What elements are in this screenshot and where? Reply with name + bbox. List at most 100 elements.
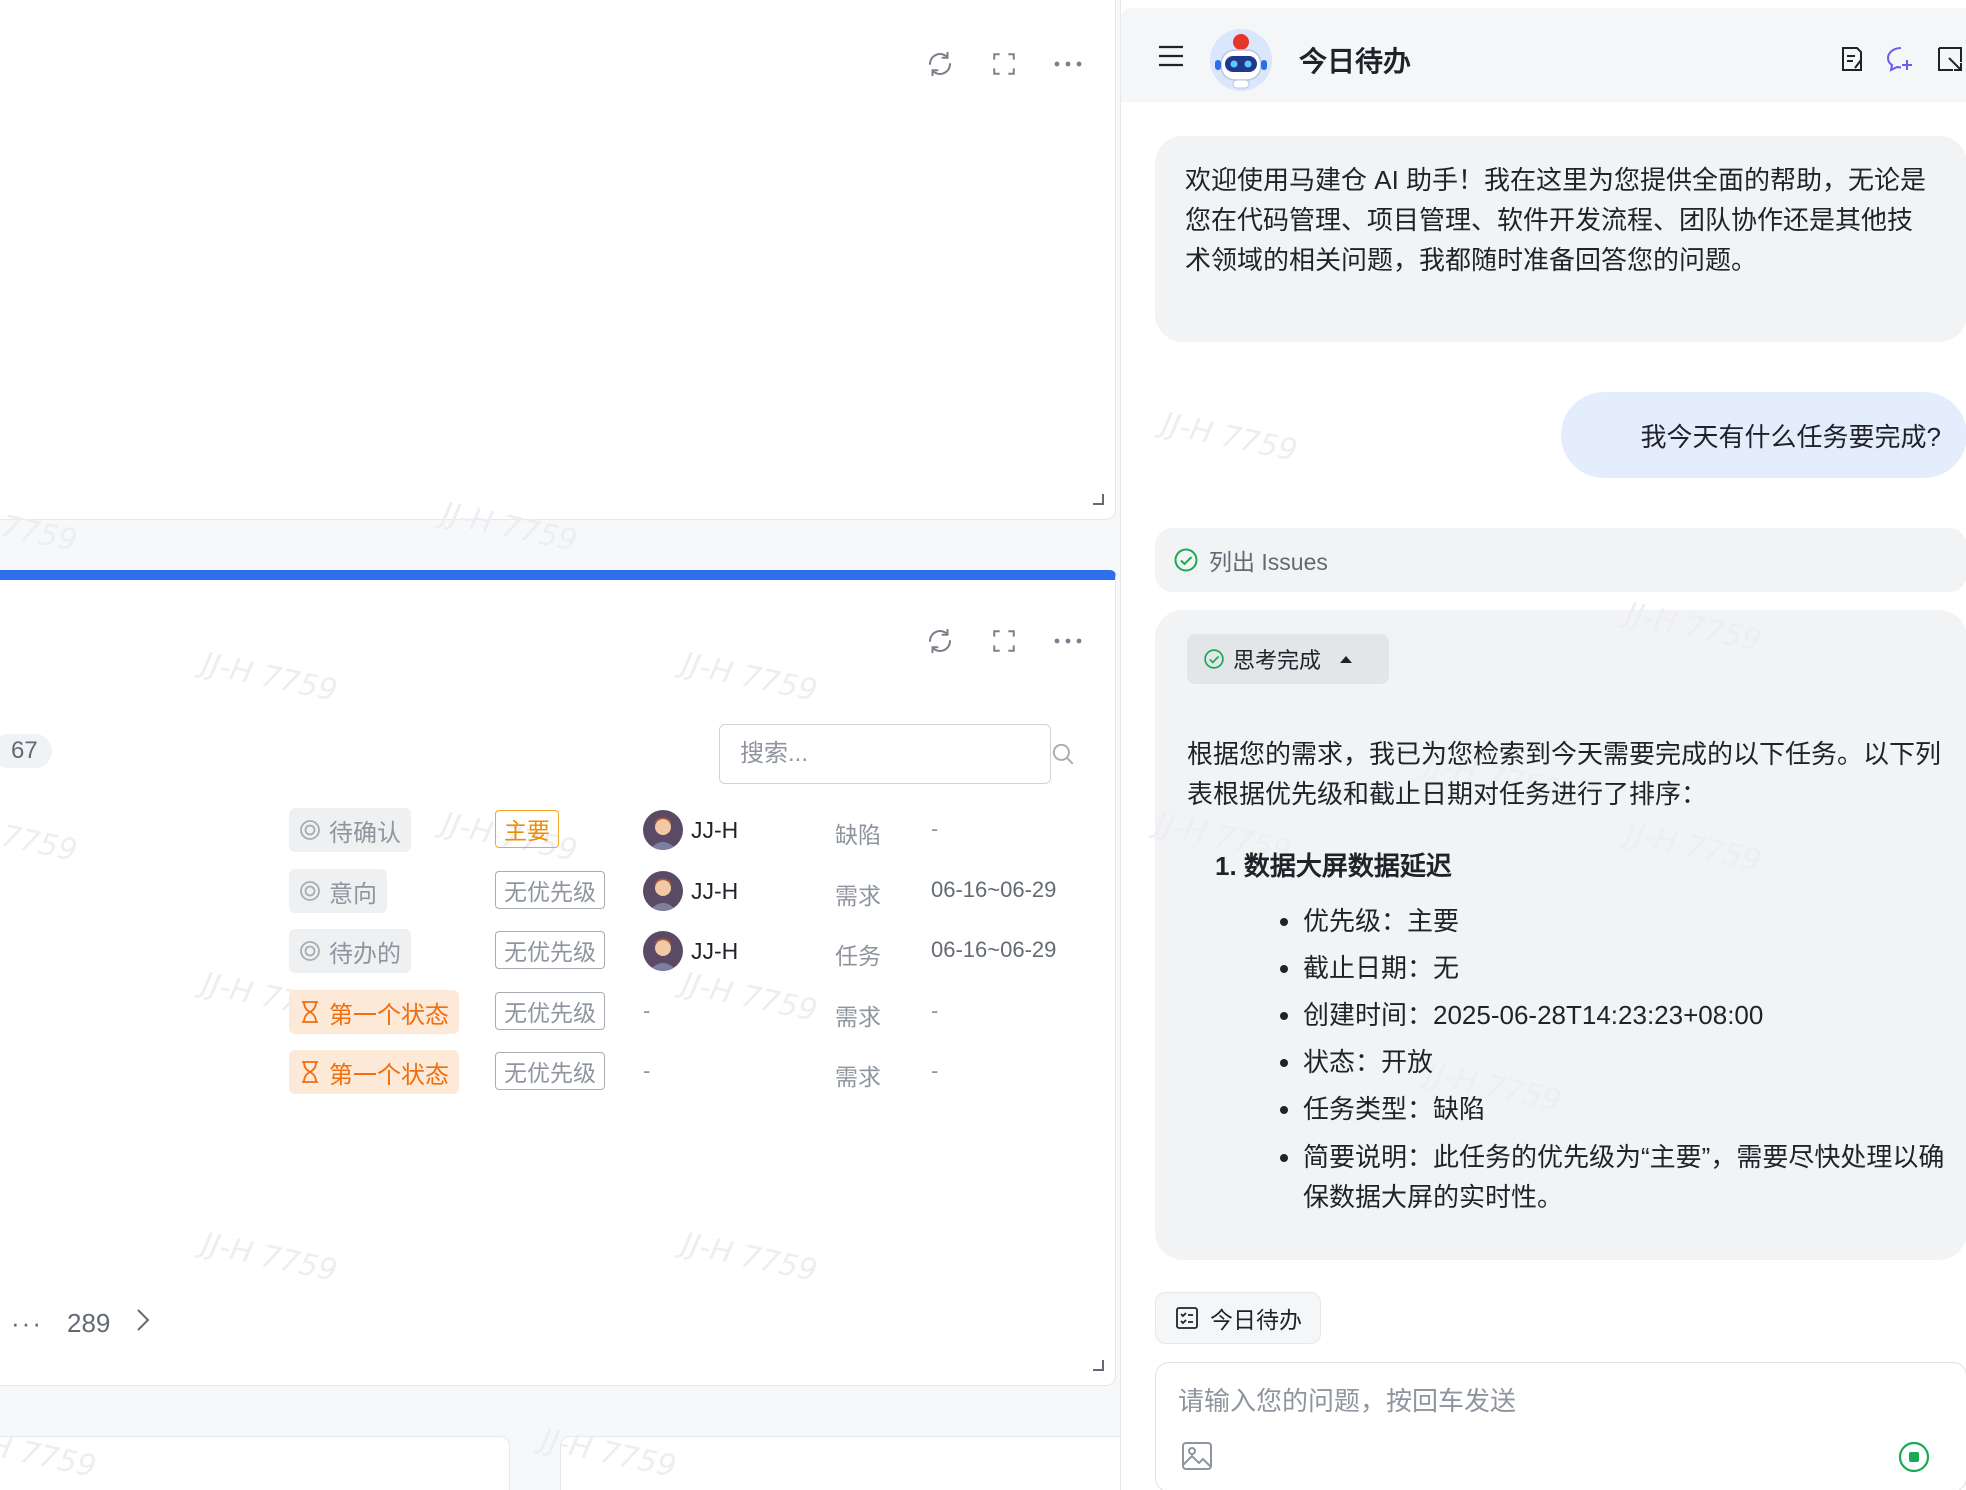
quick-prompt-chip[interactable]: 今日待办 (1155, 1292, 1321, 1344)
assignee-cell[interactable]: - (643, 998, 650, 1024)
fullscreen-icon[interactable] (987, 624, 1021, 658)
table-row[interactable]: 第一个状态 无优先级 - 需求 - (0, 988, 1081, 1038)
menu-icon[interactable] (1157, 44, 1185, 73)
assignee-cell[interactable]: JJ-H (643, 810, 738, 850)
thinking-label: 思考完成 (1233, 648, 1322, 673)
issue-type: 缺陷 (835, 822, 881, 848)
fullscreen-icon[interactable] (987, 47, 1021, 81)
priority-tag[interactable]: 无优先级 (495, 871, 605, 909)
chevron-right-icon[interactable] (134, 1306, 152, 1341)
popout-icon[interactable] (1935, 44, 1965, 79)
task-detail-item: 状态：开放 (1303, 1039, 1953, 1086)
assignee-cell[interactable]: JJ-H (643, 931, 738, 971)
hourglass-icon (302, 1001, 318, 1023)
search-input[interactable] (720, 725, 1050, 783)
issue-date: - (931, 1058, 939, 1083)
status-tag[interactable]: 第一个状态 (289, 990, 459, 1034)
refresh-icon[interactable] (923, 624, 957, 658)
assignee-cell[interactable]: JJ-H (643, 871, 738, 911)
quick-prompt-label: 今日待办 (1210, 1307, 1302, 1333)
task-detail-item: 创建时间：2025-06-28T14:23:23+08:00 (1303, 992, 1953, 1039)
status-tag[interactable]: 第一个状态 (289, 1050, 459, 1094)
task-detail-item: 截止日期：无 (1303, 945, 1953, 992)
resize-handle[interactable] (1091, 492, 1105, 511)
assignee-cell[interactable]: - (643, 1058, 650, 1084)
status-label: 意向 (329, 880, 377, 908)
issue-search-box[interactable] (719, 724, 1074, 784)
table-row[interactable]: 第一个状态 无优先级 - 需求 - (0, 1048, 1081, 1098)
issues-panel: JJ-H 7759 JJ-H 7759 JJ-H 7759 JJ-H 7759 … (0, 496, 1116, 1386)
welcome-message: 欢迎使用马建仓 AI 助手！我在这里为您提供全面的帮助，无论是您在代码管理、项目… (1155, 136, 1966, 342)
watermark: JJ-H 7759 (1622, 816, 1765, 879)
status-label: 第一个状态 (329, 1001, 449, 1029)
status-label: 待确认 (329, 819, 401, 847)
bot-avatar (1210, 29, 1272, 91)
avatar (643, 810, 683, 850)
panel-toolbar (923, 624, 1085, 658)
status-tag[interactable]: 意向 (289, 869, 387, 913)
status-circle-icon (300, 820, 320, 840)
watermark: JJ-H 7759 (678, 646, 821, 709)
priority-tag[interactable]: 无优先级 (495, 1052, 605, 1090)
priority-tag[interactable]: 主要 (495, 810, 559, 848)
status-label: 待办的 (329, 940, 401, 968)
status-circle-icon (300, 941, 320, 961)
table-row[interactable]: 待确认 主要 JJ-H 缺陷 - (0, 806, 1081, 856)
widget-panel-bottom-left (0, 1436, 510, 1490)
table-row[interactable]: 待办的 无优先级 JJ-H 任务 06-16~06-29 (0, 927, 1081, 977)
header-actions (1837, 44, 1965, 79)
issue-type: 任务 (835, 943, 881, 969)
status-tag[interactable]: 待确认 (289, 808, 411, 852)
status-circle-icon (300, 881, 320, 901)
widget-panel-bottom-right (560, 1436, 1140, 1490)
priority-tag[interactable]: 无优先级 (495, 931, 605, 969)
task-detail-list: 优先级：主要 截止日期：无 创建时间：2025-06-28T14:23:23+0… (1303, 898, 1953, 1217)
search-icon[interactable] (1050, 741, 1076, 767)
workspace-area: JJ-H 7759 JJ-H 7759 JJ-H 7759 JJ-H 7759 … (0, 0, 1140, 1490)
pagination: ··· 289 (11, 1306, 152, 1341)
new-note-icon[interactable] (1837, 44, 1867, 79)
task-detail-item: 优先级：主要 (1303, 898, 1953, 945)
pagination-ellipsis[interactable]: ··· (11, 1308, 43, 1339)
thinking-toggle[interactable]: 思考完成 (1187, 634, 1389, 684)
ai-assistant-panel: JJ-H 7759 JJ-H 7759 JJ-H 7759 今日待办 (1120, 0, 1966, 1490)
issue-type: 需求 (835, 883, 881, 909)
table-row[interactable]: 意向 无优先级 JJ-H 需求 06-16~06-29 (0, 867, 1081, 917)
resize-handle[interactable] (1091, 1358, 1105, 1377)
watermark: JJ-H 7759 (198, 1226, 341, 1289)
image-icon[interactable] (1180, 1439, 1214, 1478)
caret-up-icon (1340, 656, 1353, 663)
issue-date: 06-16~06-29 (931, 877, 1057, 902)
task-heading: 1. 数据大屏数据延迟 (1215, 851, 1452, 881)
check-circle-icon (1174, 548, 1198, 572)
watermark: JJ-H 7759 (678, 1226, 821, 1289)
refresh-icon[interactable] (923, 47, 957, 81)
watermark: JJ-H 7759 (1622, 596, 1765, 659)
check-circle-icon (1204, 649, 1224, 669)
chat-title: 今日待办 (1299, 46, 1412, 77)
task-detail-item: 简要说明：此任务的优先级为“主要”，需要尽快处理以确保数据大屏的实时性。 (1303, 1137, 1953, 1217)
panel-toolbar (923, 47, 1085, 81)
issue-count-badge: 67 (0, 734, 52, 768)
avatar (643, 931, 683, 971)
checklist-icon (1176, 1307, 1198, 1329)
more-icon[interactable] (1051, 47, 1085, 81)
pagination-last-page[interactable]: 289 (67, 1308, 110, 1339)
more-icon[interactable] (1051, 624, 1085, 658)
chat-input[interactable] (1178, 1381, 1918, 1421)
status-tag[interactable]: 待办的 (289, 929, 411, 973)
watermark: JJ-H 7759 (1158, 406, 1301, 469)
assignee-name: JJ-H (691, 877, 739, 904)
new-chat-icon[interactable] (1885, 44, 1917, 79)
issue-date: - (931, 998, 939, 1023)
chat-composer (1155, 1362, 1966, 1490)
tool-call-label: 列出 Issues (1209, 549, 1328, 575)
tool-call-status[interactable]: 列出 Issues (1155, 528, 1966, 592)
priority-tag[interactable]: 无优先级 (495, 992, 605, 1030)
watermark: JJ-H 7759 (198, 646, 341, 709)
issue-date: - (931, 816, 939, 841)
user-message: 我今天有什么任务要完成? (1561, 392, 1966, 478)
issue-type: 需求 (835, 1064, 881, 1090)
stop-icon[interactable] (1898, 1441, 1930, 1478)
assignee-name: JJ-H (691, 937, 739, 964)
